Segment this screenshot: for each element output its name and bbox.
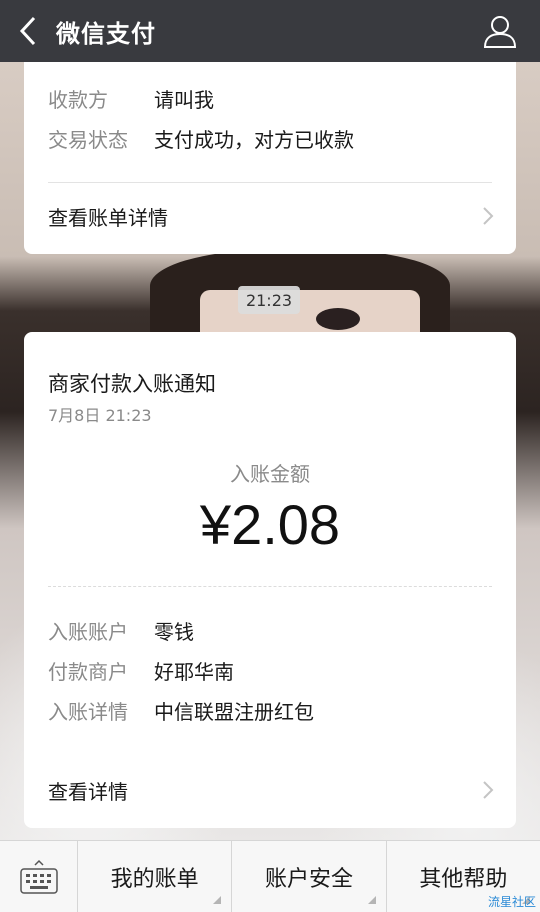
chevron-right-icon [482, 206, 494, 231]
divider [48, 182, 492, 183]
status-value: 支付成功，对方已收款 [154, 128, 354, 152]
notification-date: 7月8日 21:23 [48, 406, 152, 425]
detail-key: 入账详情 [48, 700, 128, 724]
status-key: 交易状态 [48, 128, 128, 152]
payee-key: 收款方 [48, 88, 108, 112]
dashed-divider [48, 586, 492, 587]
merchant-key: 付款商户 [48, 660, 128, 684]
view-details-link[interactable]: 查看详情 [24, 758, 516, 822]
my-bills-menu[interactable]: 我的账单 [78, 841, 233, 912]
account-row: 入账账户 零钱 [48, 616, 194, 645]
back-icon[interactable] [0, 0, 56, 62]
background-eye [316, 308, 360, 330]
message-time-badge: 21:23 [238, 286, 300, 314]
submenu-indicator-icon [213, 896, 222, 904]
account-value: 零钱 [154, 620, 194, 644]
payment-card: 收款方 请叫我 交易状态 支付成功，对方已收款 查看账单详情 [24, 62, 516, 254]
account-security-menu[interactable]: 账户安全 [232, 841, 387, 912]
notification-title: 商家付款入账通知 [48, 372, 216, 396]
amount-value: ¥2.08 [199, 493, 341, 556]
chevron-right-icon [482, 780, 494, 805]
view-bill-details-link[interactable]: 查看账单详情 [24, 184, 516, 248]
submenu-indicator-icon [367, 896, 376, 904]
view-details-label: 查看详情 [48, 779, 128, 804]
keyboard-toggle-button[interactable] [0, 841, 78, 912]
payee-row: 收款方 请叫我 [48, 84, 214, 113]
status-row: 交易状态 支付成功，对方已收款 [48, 124, 354, 153]
page-title: 微信支付 [56, 19, 156, 48]
merchant-value: 好耶华南 [154, 660, 234, 684]
top-bar: 微信支付 [0, 0, 540, 62]
payee-value: 请叫我 [154, 88, 214, 112]
merchant-row: 付款商户 好耶华南 [48, 656, 234, 685]
keyboard-icon [19, 859, 58, 894]
other-help-label: 其他帮助 [419, 866, 508, 892]
detail-value: 中信联盟注册红包 [154, 700, 314, 724]
bottom-menu-bar: 我的账单 账户安全 其他帮助 [0, 840, 540, 912]
view-bill-details-label: 查看账单详情 [48, 205, 168, 230]
user-icon[interactable] [480, 11, 520, 51]
my-bills-label: 我的账单 [110, 866, 199, 892]
detail-row: 入账详情 中信联盟注册红包 [48, 696, 314, 725]
amount-label: 入账金额 [230, 462, 310, 486]
account-security-label: 账户安全 [264, 866, 353, 892]
watermark: 流星社区 [487, 895, 536, 909]
account-key: 入账账户 [48, 620, 128, 644]
notification-card[interactable]: 商家付款入账通知 7月8日 21:23 入账金额 ¥2.08 入账账户 零钱 付… [24, 332, 516, 828]
